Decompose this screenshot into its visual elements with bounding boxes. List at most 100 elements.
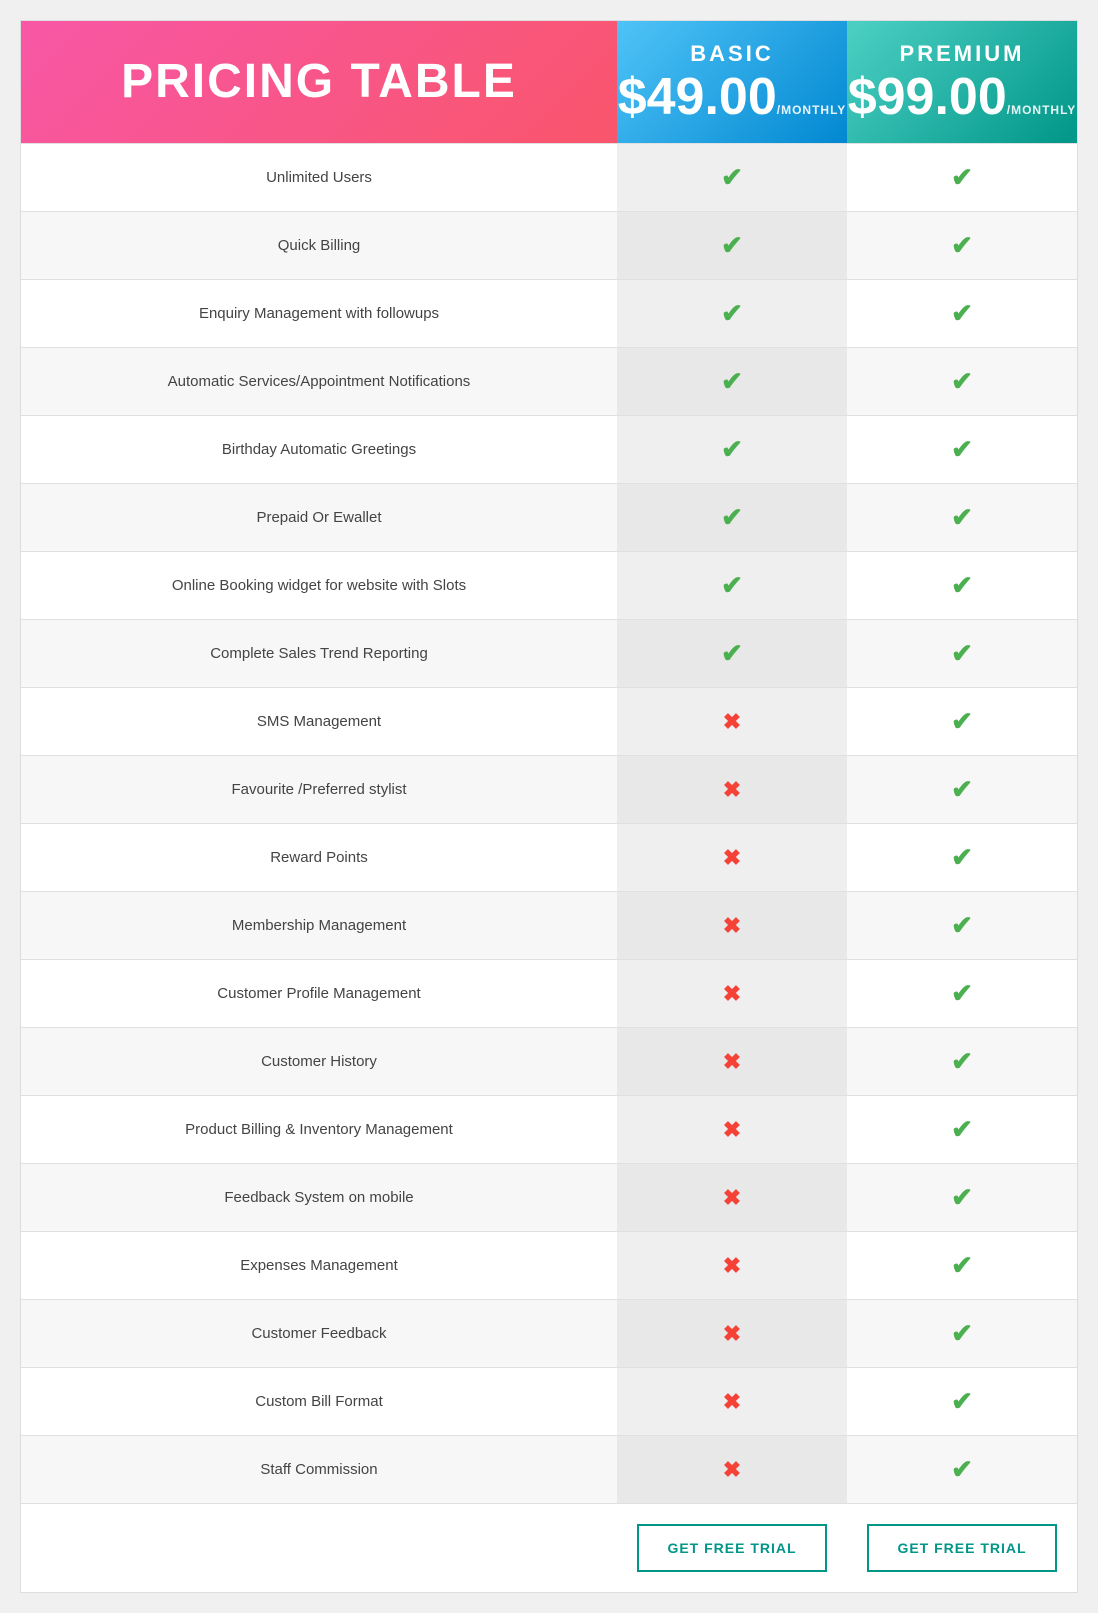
check-icon: ✔ xyxy=(951,230,973,261)
cross-icon: ✖ xyxy=(723,913,741,939)
basic-feature-cell: ✔ xyxy=(617,348,847,415)
basic-feature-cell: ✔ xyxy=(617,280,847,347)
feature-row: Automatic Services/Appointment Notificat… xyxy=(21,347,1077,415)
premium-feature-cell: ✔ xyxy=(847,552,1077,619)
features-container: Unlimited Users✔✔Quick Billing✔✔Enquiry … xyxy=(21,143,1077,1503)
feature-name: Favourite /Preferred stylist xyxy=(21,756,617,823)
basic-cta-cell: GET FREE TRIAL xyxy=(617,1524,847,1572)
feature-name: SMS Management xyxy=(21,688,617,755)
premium-feature-cell: ✔ xyxy=(847,824,1077,891)
cross-icon: ✖ xyxy=(723,1321,741,1347)
basic-feature-cell: ✖ xyxy=(617,1028,847,1095)
basic-plan-period: /MONTHLY xyxy=(777,103,847,117)
cross-icon: ✖ xyxy=(723,845,741,871)
feature-row: Unlimited Users ✔ ✔ xyxy=(21,143,1077,211)
check-icon: ✔ xyxy=(951,910,973,941)
premium-feature-cell: ✔ xyxy=(847,1164,1077,1231)
basic-feature-cell: ✖ xyxy=(617,1096,847,1163)
cross-icon: ✖ xyxy=(723,1117,741,1143)
premium-feature-cell: ✔ xyxy=(847,348,1077,415)
premium-feature-cell: ✔ xyxy=(847,756,1077,823)
basic-feature-cell: ✖ xyxy=(617,756,847,823)
feature-name: Unlimited Users xyxy=(21,144,617,211)
check-icon: ✔ xyxy=(721,230,743,261)
feature-row: Reward Points ✖ ✔ xyxy=(21,823,1077,891)
cross-icon: ✖ xyxy=(723,1185,741,1211)
check-icon: ✔ xyxy=(951,638,973,669)
check-icon: ✔ xyxy=(721,162,743,193)
footer-row: GET FREE TRIAL GET FREE TRIAL xyxy=(21,1503,1077,1592)
basic-cta-button[interactable]: GET FREE TRIAL xyxy=(637,1524,826,1572)
feature-row: Quick Billing✔✔ xyxy=(21,211,1077,279)
basic-feature-cell: ✔ xyxy=(617,620,847,687)
premium-feature-cell: ✔ xyxy=(847,212,1077,279)
feature-row: Birthday Automatic Greetings✔✔ xyxy=(21,415,1077,483)
feature-row: SMS Management✖✔ xyxy=(21,687,1077,755)
pricing-table: PRICING TABLE BASIC $49.00/MONTHLY PREMI… xyxy=(20,20,1078,1593)
premium-cta-cell: GET FREE TRIAL xyxy=(847,1524,1077,1572)
feature-name: Reward Points xyxy=(21,824,617,891)
feature-name: Automatic Services/Appointment Notificat… xyxy=(21,348,617,415)
basic-feature-cell: ✖ xyxy=(617,1436,847,1503)
premium-feature-cell: ✔ xyxy=(847,1232,1077,1299)
check-icon: ✔ xyxy=(951,502,973,533)
check-icon: ✔ xyxy=(721,502,743,533)
cross-icon: ✖ xyxy=(723,1457,741,1483)
basic-feature-cell: ✔ xyxy=(617,484,847,551)
check-icon: ✔ xyxy=(951,570,973,601)
basic-plan-header: BASIC $49.00/MONTHLY xyxy=(617,21,847,143)
feature-name: Customer Profile Management xyxy=(21,960,617,1027)
premium-feature-cell: ✔ xyxy=(847,416,1077,483)
premium-feature-cell: ✔ xyxy=(847,1436,1077,1503)
feature-row: Staff Commission✖✔ xyxy=(21,1435,1077,1503)
feature-name: Birthday Automatic Greetings xyxy=(21,416,617,483)
check-icon: ✔ xyxy=(951,162,973,193)
check-icon: ✔ xyxy=(951,774,973,805)
cross-icon: ✖ xyxy=(723,1389,741,1415)
premium-feature-cell: ✔ xyxy=(847,144,1077,211)
check-icon: ✔ xyxy=(721,570,743,601)
basic-feature-cell: ✔ xyxy=(617,416,847,483)
check-icon: ✔ xyxy=(951,1114,973,1145)
basic-feature-cell: ✔ xyxy=(617,144,847,211)
cross-icon: ✖ xyxy=(723,981,741,1007)
check-icon: ✔ xyxy=(721,366,743,397)
basic-feature-cell: ✖ xyxy=(617,688,847,755)
feature-row: Enquiry Management with followups✔✔ xyxy=(21,279,1077,347)
premium-feature-cell: ✔ xyxy=(847,1028,1077,1095)
check-icon: ✔ xyxy=(951,1318,973,1349)
check-icon: ✔ xyxy=(951,1182,973,1213)
feature-row: Customer Feedback✖✔ xyxy=(21,1299,1077,1367)
feature-name: Feedback System on mobile xyxy=(21,1164,617,1231)
feature-row: Membership Management✖✔ xyxy=(21,891,1077,959)
premium-feature-cell: ✔ xyxy=(847,280,1077,347)
feature-row: Prepaid Or Ewallet ✔ ✔ xyxy=(21,483,1077,551)
footer-empty xyxy=(21,1524,617,1572)
check-icon: ✔ xyxy=(951,1046,973,1077)
basic-plan-name: BASIC xyxy=(690,41,773,67)
basic-feature-cell: ✖ xyxy=(617,1164,847,1231)
premium-feature-cell: ✔ xyxy=(847,1096,1077,1163)
feature-row: Custom Bill Format✖✔ xyxy=(21,1367,1077,1435)
pricing-table-title: PRICING TABLE xyxy=(121,56,517,109)
feature-row: Expenses Management✖✔ xyxy=(21,1231,1077,1299)
basic-feature-cell: ✖ xyxy=(617,960,847,1027)
basic-feature-cell: ✖ xyxy=(617,1232,847,1299)
check-icon: ✔ xyxy=(721,298,743,329)
cross-icon: ✖ xyxy=(723,709,741,735)
basic-plan-price: $49.00/MONTHLY xyxy=(618,71,847,123)
premium-cta-button[interactable]: GET FREE TRIAL xyxy=(867,1524,1056,1572)
premium-feature-cell: ✔ xyxy=(847,892,1077,959)
premium-feature-cell: ✔ xyxy=(847,1368,1077,1435)
check-icon: ✔ xyxy=(951,366,973,397)
feature-name: Prepaid Or Ewallet xyxy=(21,484,617,551)
feature-name: Product Billing & Inventory Management xyxy=(21,1096,617,1163)
feature-row: Product Billing & Inventory Management ✖ ✔ xyxy=(21,1095,1077,1163)
basic-feature-cell: ✖ xyxy=(617,892,847,959)
premium-plan-price: $99.00/MONTHLY xyxy=(848,71,1077,123)
premium-feature-cell: ✔ xyxy=(847,620,1077,687)
check-icon: ✔ xyxy=(951,978,973,1009)
check-icon: ✔ xyxy=(951,298,973,329)
check-icon: ✔ xyxy=(951,842,973,873)
feature-row: Customer Profile Management ✖ ✔ xyxy=(21,959,1077,1027)
